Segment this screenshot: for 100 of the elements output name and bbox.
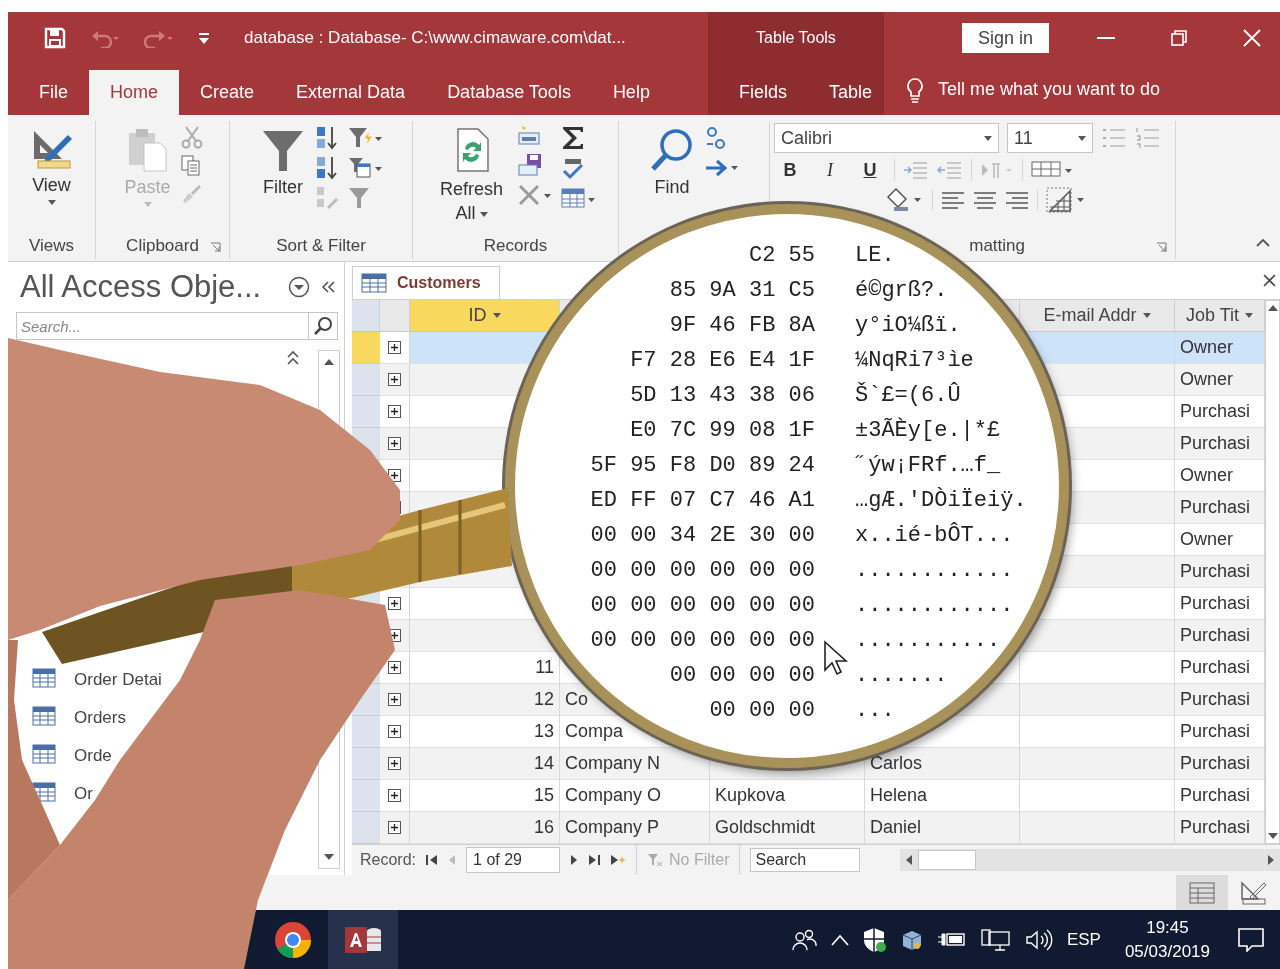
network-icon[interactable] (980, 927, 1011, 952)
filter-button[interactable]: Filter (259, 123, 307, 202)
expand-icon[interactable] (388, 693, 401, 706)
ribbon-tab[interactable]: Fields (718, 70, 808, 115)
scrollbar-thumb[interactable] (918, 850, 977, 870)
find-button[interactable]: Find (648, 123, 696, 202)
horizontal-scrollbar[interactable] (900, 849, 1280, 871)
sort-ascending-icon[interactable] (315, 125, 339, 151)
expand-icon[interactable] (388, 821, 401, 834)
ribbon-tab[interactable]: Create (179, 70, 276, 115)
hex-bytes: 9F 46 FB 8A (669, 313, 815, 338)
ribbon-tab[interactable]: Home (89, 70, 180, 115)
table-cell: Purchasi (1175, 556, 1265, 588)
scroll-up-icon[interactable] (324, 359, 334, 365)
sort-descending-icon[interactable] (315, 155, 339, 181)
first-record-icon[interactable] (426, 854, 439, 866)
navigation-item[interactable]: Orde (74, 746, 112, 766)
save-icon[interactable] (44, 27, 66, 49)
column-header[interactable]: E-mail Addr (1020, 300, 1175, 332)
scroll-right-icon[interactable] (1268, 855, 1274, 865)
navigation-item[interactable]: Order Detai (74, 670, 162, 690)
sign-in-button[interactable]: Sign in (962, 23, 1050, 53)
volume-icon[interactable] (1024, 928, 1053, 951)
scroll-down-icon[interactable] (324, 854, 334, 860)
minimize-icon[interactable] (1097, 37, 1116, 39)
expand-icon[interactable] (388, 661, 401, 674)
select-all-cell[interactable] (352, 300, 380, 332)
table-options-icon[interactable] (560, 187, 597, 211)
go-to-arrow-icon[interactable] (704, 157, 740, 179)
view-button[interactable]: View (27, 123, 76, 209)
expand-icon[interactable] (388, 789, 401, 802)
clock-time[interactable]: 19:45 (1146, 917, 1189, 938)
font-name-dropdown[interactable]: Calibri (774, 123, 999, 153)
hex-ascii-text: …gÆ.'DÒiÏeiÿ. (855, 488, 1027, 513)
chevron-up-icon[interactable] (830, 933, 849, 946)
format-button[interactable]: I (814, 159, 846, 181)
refresh-all-button[interactable]: Refresh All (434, 123, 509, 229)
expand-icon[interactable] (388, 373, 401, 386)
collapse-pane-icon[interactable] (320, 280, 336, 294)
vertical-scrollbar[interactable] (1265, 300, 1280, 844)
expand-icon[interactable] (388, 437, 401, 450)
column-header[interactable]: ID (410, 300, 560, 332)
clock-date[interactable]: 05/03/2019 (1124, 941, 1210, 962)
advanced-filter-icon[interactable] (347, 155, 383, 181)
database-app-icon[interactable] (328, 910, 398, 969)
new-record-icon[interactable] (610, 854, 627, 866)
search-field[interactable]: Search (750, 848, 861, 872)
language-indicator[interactable]: ESP (1066, 929, 1101, 950)
caret-icon[interactable] (1142, 313, 1151, 318)
expand-icon[interactable] (388, 757, 401, 770)
scroll-up-icon[interactable] (1267, 305, 1278, 311)
notification-icon[interactable] (1238, 927, 1264, 952)
battery-plug-icon[interactable] (936, 930, 967, 949)
package-icon[interactable] (900, 928, 923, 951)
copy-icon[interactable] (180, 155, 203, 177)
align-right-icon[interactable] (1005, 190, 1029, 210)
ribbon-tab[interactable]: Database Tools (426, 70, 592, 115)
navigation-pane-title[interactable]: All Access Obje... (20, 269, 278, 305)
delete-icon[interactable] (516, 183, 553, 207)
people-icon[interactable] (790, 927, 817, 952)
search-field[interactable]: Search... (16, 312, 308, 340)
next-record-icon[interactable] (570, 854, 579, 866)
expand-icon[interactable] (388, 597, 401, 610)
lightbulb-icon[interactable] (906, 76, 924, 103)
caret-icon[interactable] (1245, 313, 1253, 318)
ribbon-tab[interactable]: Table (808, 70, 894, 115)
expand-icon[interactable] (388, 341, 401, 354)
dialog-launcher-icon[interactable] (1156, 242, 1167, 253)
fill-bucket-icon[interactable] (884, 187, 924, 213)
align-left-icon[interactable] (941, 190, 965, 210)
ribbon-tab[interactable]: External Data (275, 70, 427, 115)
record-position-field[interactable]: 1 of 29 (466, 847, 561, 873)
caret-icon[interactable] (492, 313, 501, 318)
scroll-down-icon[interactable] (1267, 833, 1278, 839)
restore-icon[interactable] (1171, 30, 1188, 46)
align-center-icon[interactable] (973, 190, 997, 210)
ribbon-tab[interactable]: Help (591, 70, 671, 115)
caret-icon (143, 202, 152, 207)
close-icon[interactable] (1263, 274, 1276, 287)
hex-bytes: 00 00 00 00 00 00 (590, 593, 815, 618)
expand-icon[interactable] (388, 405, 401, 418)
search-icon[interactable] (308, 312, 338, 340)
column-header[interactable]: Job Tit (1175, 300, 1265, 332)
format-button[interactable]: B (774, 159, 806, 181)
table-cell: 12 (410, 684, 560, 716)
scroll-left-icon[interactable] (906, 855, 913, 865)
format-button[interactable]: U (854, 159, 886, 181)
ribbon-tab[interactable]: File (18, 70, 89, 115)
tell-me-field[interactable]: Tell me what you want to do (938, 79, 1161, 100)
expand-icon[interactable] (388, 725, 401, 738)
document-tab[interactable]: Customers (352, 266, 500, 299)
dropdown-arrow-icon[interactable] (198, 31, 210, 45)
navigation-item[interactable]: Or (74, 784, 93, 804)
navigation-item[interactable]: Orders (74, 708, 126, 728)
gridlines-icon[interactable] (1031, 160, 1075, 180)
dialog-launcher-icon[interactable] (210, 242, 221, 253)
dropdown-circle-icon[interactable] (288, 276, 310, 298)
shield-icon[interactable] (862, 926, 887, 953)
last-record-icon[interactable] (588, 854, 601, 866)
font-size-dropdown[interactable]: 11 (1007, 123, 1093, 153)
